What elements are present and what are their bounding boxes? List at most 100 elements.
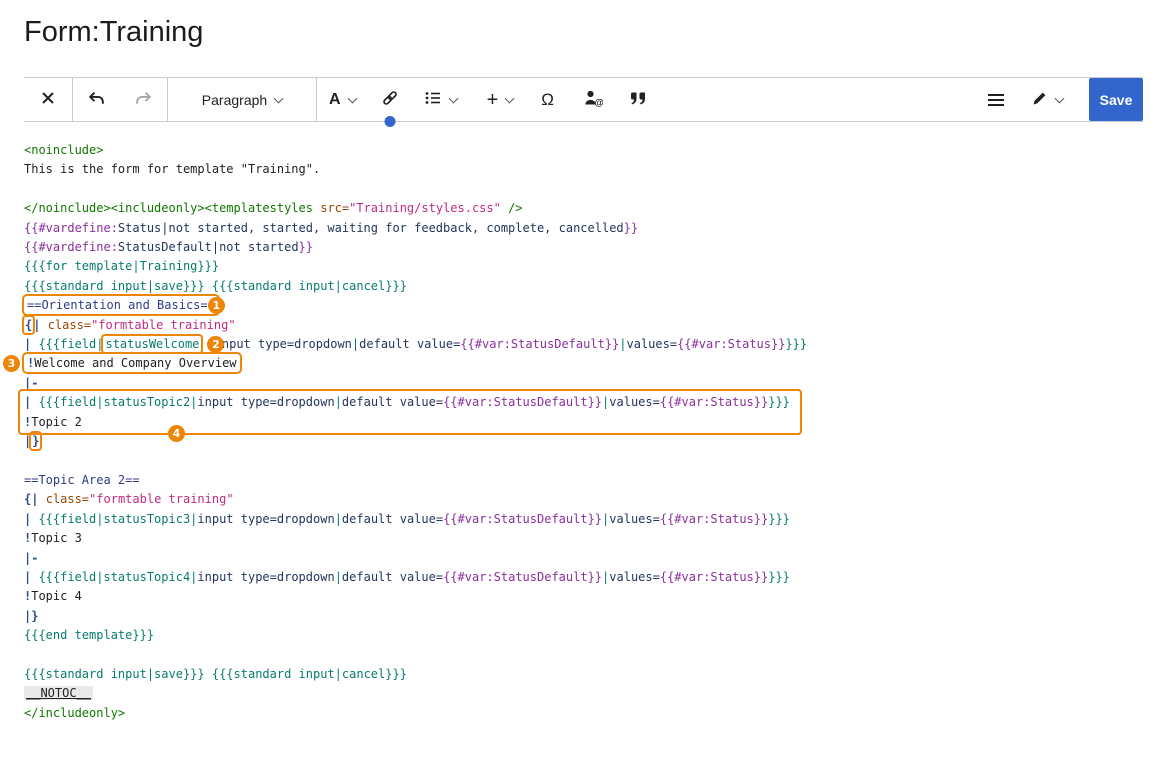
- code-line[interactable]: {{{end template}}}: [24, 626, 1161, 645]
- code-line[interactable]: | {{{field|statusWelcome2|input type=dro…: [24, 335, 1161, 354]
- code-token: <noinclude>: [24, 143, 103, 157]
- code-token: |: [24, 337, 38, 351]
- code-token: |: [335, 570, 342, 584]
- code-token: default value=: [359, 337, 460, 351]
- insert-dropdown[interactable]: +: [469, 78, 526, 121]
- code-token: {{{for template|Training}}}: [24, 259, 219, 273]
- text-style-dropdown[interactable]: A: [317, 78, 368, 121]
- cite-button[interactable]: [616, 78, 660, 121]
- code-line[interactable]: {{{standard input|save}}} {{{standard in…: [24, 277, 1161, 296]
- redo-button[interactable]: [120, 78, 167, 121]
- code-token: input type=dropdown: [215, 337, 352, 351]
- annotation-badge: 3: [3, 355, 20, 372]
- code-token: default value=: [342, 395, 443, 409]
- code-line[interactable]: </noinclude><includeonly><templatestyles…: [24, 199, 1161, 218]
- code-token: {{#var:StatusDefault}}: [443, 512, 602, 526]
- annotation-badge: 1: [208, 297, 225, 314]
- code-token: Welcome and Company Overview: [34, 356, 236, 370]
- code-token: }: [32, 434, 39, 448]
- mention-button[interactable]: @: [570, 78, 616, 121]
- code-line[interactable]: !Topic 4: [24, 587, 1161, 606]
- code-token: This is the form for template "Training"…: [24, 162, 320, 176]
- editor-content[interactable]: <noinclude> This is the form for template…: [0, 141, 1161, 723]
- code-token: ==Topic Area 2==: [24, 473, 140, 487]
- undo-button[interactable]: [73, 78, 120, 121]
- code-line[interactable]: |}: [24, 432, 1161, 451]
- close-button[interactable]: [24, 78, 72, 121]
- code-token: |: [24, 395, 38, 409]
- code-line[interactable]: !Topic 2: [24, 413, 1161, 432]
- annotation-box: }: [31, 433, 40, 449]
- annotation-box: !Welcome and Company Overview: [24, 354, 240, 372]
- code-token: input type=dropdown: [197, 570, 334, 584]
- code-line[interactable]: [24, 180, 1161, 199]
- code-token: {: [25, 318, 32, 332]
- code-line[interactable]: {{#vardefine:Status|not started, started…: [24, 219, 1161, 238]
- code-token: {{#var:Status}}: [660, 512, 768, 526]
- code-token: __NOTOC__: [24, 686, 93, 700]
- code-line[interactable]: {{{for template|Training}}}: [24, 257, 1161, 276]
- code-token: {{#var:StatusDefault}}: [443, 570, 602, 584]
- code-token: {{{standard input|save}}}: [24, 667, 205, 681]
- code-token: {{#vardefine:: [24, 240, 118, 254]
- code-line[interactable]: !Welcome and Company Overview3: [24, 354, 1161, 373]
- link-icon: [380, 88, 400, 111]
- mention-icon: @: [583, 88, 603, 111]
- code-token: {{#var:StatusDefault}}: [443, 395, 602, 409]
- paragraph-format-label: Paragraph: [202, 92, 267, 108]
- code-token: |: [24, 570, 38, 584]
- code-token: "formtable training": [91, 318, 236, 332]
- code-line[interactable]: [24, 646, 1161, 665]
- code-line[interactable]: ==Topic Area 2==: [24, 471, 1161, 490]
- undo-icon: [87, 89, 106, 111]
- code-line[interactable]: | {{{field|statusTopic4|input type=dropd…: [24, 568, 1161, 587]
- code-line[interactable]: | {{{field|statusTopic3|input type=dropd…: [24, 510, 1161, 529]
- code-line[interactable]: __NOTOC__: [24, 684, 1161, 703]
- code-token: |: [24, 512, 38, 526]
- code-token: {{{standard input|cancel}}}: [212, 667, 407, 681]
- code-token: {{#var:StatusDefault}}: [460, 337, 619, 351]
- code-line[interactable]: {| class="formtable training": [24, 490, 1161, 509]
- code-token: {{{field|statusTopic2|: [38, 395, 197, 409]
- link-button[interactable]: [368, 78, 412, 121]
- close-icon: [40, 90, 56, 109]
- code-line[interactable]: |}: [24, 607, 1161, 626]
- code-token: }}}: [768, 570, 790, 584]
- code-token: }}}: [768, 512, 790, 526]
- code-token: {{{field|: [38, 337, 103, 351]
- list-dropdown[interactable]: [412, 78, 469, 121]
- code-token: |: [335, 395, 342, 409]
- code-line[interactable]: {{#vardefine:StatusDefault|not started}}: [24, 238, 1161, 257]
- code-line[interactable]: |-: [24, 374, 1161, 393]
- code-token: [205, 667, 212, 681]
- page-options-button[interactable]: [973, 78, 1019, 121]
- code-token: [38, 492, 45, 506]
- page-title: Form:Training: [24, 12, 1161, 52]
- code-line[interactable]: <noinclude>: [24, 141, 1161, 160]
- code-line[interactable]: ==Orientation and Basics==1: [24, 296, 1161, 315]
- code-token: |: [335, 512, 342, 526]
- code-token: |: [619, 337, 626, 351]
- code-line[interactable]: </includeonly>: [24, 704, 1161, 723]
- code-token: class=: [46, 492, 89, 506]
- code-token: Status|not started, started, waiting for…: [118, 221, 624, 235]
- list-icon: [424, 89, 442, 110]
- code-line[interactable]: {{{standard input|save}}} {{{standard in…: [24, 665, 1161, 684]
- code-token: [40, 318, 47, 332]
- code-line[interactable]: |-: [24, 549, 1161, 568]
- code-token: |-: [24, 376, 38, 390]
- code-token: StatusDefault|not started: [118, 240, 299, 254]
- code-token: {{#var:Status}}: [677, 337, 785, 351]
- code-line[interactable]: [24, 451, 1161, 470]
- code-line[interactable]: {| class="formtable training": [24, 316, 1161, 335]
- save-button[interactable]: Save: [1089, 78, 1143, 121]
- special-character-button[interactable]: Ω: [525, 78, 570, 121]
- code-line[interactable]: This is the form for template "Training"…: [24, 160, 1161, 179]
- code-line[interactable]: !Topic 3: [24, 529, 1161, 548]
- code-token: input type=dropdown: [197, 395, 334, 409]
- edit-mode-dropdown[interactable]: [1019, 78, 1075, 121]
- code-line[interactable]: | {{{field|statusTopic2|input type=dropd…: [24, 393, 1161, 412]
- paragraph-format-dropdown[interactable]: Paragraph: [168, 78, 316, 121]
- code-token: values=: [627, 337, 678, 351]
- code-token: {{#vardefine:: [24, 221, 118, 235]
